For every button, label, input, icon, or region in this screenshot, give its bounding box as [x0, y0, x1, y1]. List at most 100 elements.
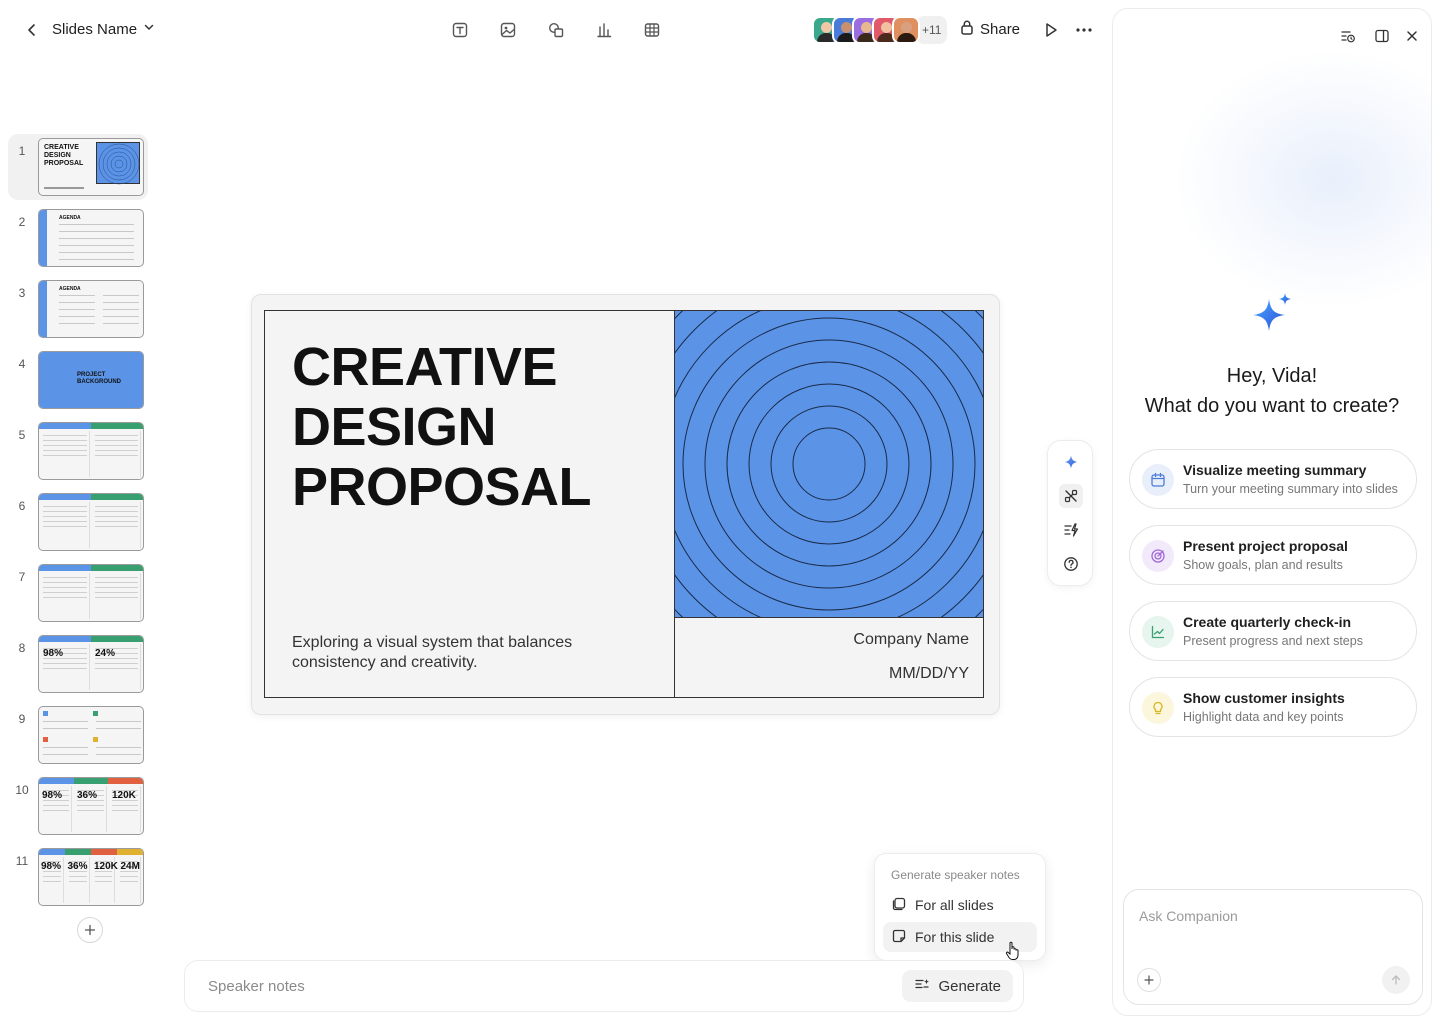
slides-name: Slides Name: [52, 20, 138, 38]
slide-thumbnail[interactable]: AGENDA: [38, 280, 144, 338]
company-name[interactable]: Company Name: [853, 631, 969, 649]
close-icon[interactable]: [1401, 25, 1423, 47]
ring: [675, 311, 983, 618]
slide-thumbnail-row: 11 98% 36% 120K 24M: [8, 844, 148, 915]
slide-thumbnail[interactable]: PROJECT BACKGROUND: [38, 351, 144, 409]
more-options-icon[interactable]: [1074, 20, 1094, 45]
suggestion-subtitle: Present progress and next steps: [1183, 634, 1363, 648]
for-all-slides-option[interactable]: For all slides: [883, 890, 1037, 920]
ring: [726, 361, 932, 567]
chart-icon[interactable]: [592, 18, 616, 42]
target-icon: [1142, 540, 1174, 572]
slide-thumbnail[interactable]: [38, 493, 144, 551]
ask-companion-input[interactable]: Ask Companion: [1139, 908, 1238, 924]
slide-title[interactable]: CREATIVE DESIGN PROPOSAL: [292, 337, 592, 517]
collaborator-avatar[interactable]: [892, 16, 920, 44]
ring: [748, 383, 910, 545]
slide-date[interactable]: MM/DD/YY: [889, 665, 969, 683]
slide-thumbnail[interactable]: [38, 706, 144, 764]
generate-button[interactable]: Generate: [902, 970, 1013, 1002]
suggestion-title: Present project proposal: [1183, 538, 1348, 554]
calendar-icon: [1142, 464, 1174, 496]
slide-side-tools: [1047, 440, 1093, 586]
ring: [675, 311, 983, 617]
back-icon[interactable]: [22, 20, 42, 40]
suggestion-title: Show customer insights: [1183, 690, 1345, 706]
play-icon[interactable]: [1042, 20, 1060, 45]
speaker-notes-bar[interactable]: Speaker notes Generate: [184, 960, 1024, 1012]
slide-thumbnail-row: 8 98% 24%: [8, 631, 148, 702]
for-all-slides-label: For all slides: [915, 897, 994, 913]
table-icon[interactable]: [640, 18, 664, 42]
ring: [675, 311, 983, 617]
slide-left-panel: CREATIVE DESIGN PROPOSAL Exploring a vis…: [265, 311, 675, 697]
history-icon[interactable]: [1337, 25, 1359, 47]
text-box-icon[interactable]: [448, 18, 472, 42]
more-collaborators-badge[interactable]: +11: [916, 16, 948, 44]
slide-thumbnail[interactable]: 98% 36% 120K 24M: [38, 848, 144, 906]
slide-thumbnail[interactable]: [38, 422, 144, 480]
slides-name-dropdown[interactable]: Slides Name: [52, 20, 155, 38]
suggestion-subtitle: Highlight data and key points: [1183, 710, 1344, 724]
thumb-title: CREATIVE DESIGN PROPOSAL: [44, 144, 84, 167]
slide-thumbnail[interactable]: 98% 36% 120K: [38, 777, 144, 835]
slide-thumbnail-row: 9: [8, 702, 148, 773]
slide-number: 2: [18, 215, 26, 229]
trend-chart-icon: [1142, 616, 1174, 648]
slide-title-line: DESIGN: [292, 397, 497, 457]
insert-toolbar: [448, 18, 664, 42]
slide-thumbnail-row: 10 98% 36% 120K: [8, 773, 148, 844]
help-icon[interactable]: [1059, 552, 1083, 576]
slide-number: 11: [15, 854, 29, 868]
animation-icon[interactable]: [1059, 518, 1083, 542]
suggestion-card[interactable]: Show customer insights Highlight data and…: [1129, 677, 1417, 737]
slide-thumbnail[interactable]: 98% 24%: [38, 635, 144, 693]
sidebar-toggle-icon[interactable]: [1371, 25, 1393, 47]
top-bar: Slides Name +11 Share: [0, 0, 1110, 60]
ring: [770, 405, 888, 523]
slide-thumbnail[interactable]: [38, 564, 144, 622]
slide-number: 3: [18, 286, 26, 300]
share-button[interactable]: Share: [960, 19, 1020, 39]
suggestion-card[interactable]: Create quarterly check-in Present progres…: [1129, 601, 1417, 661]
collaborators[interactable]: +11: [812, 16, 948, 44]
ai-sparkle-icon[interactable]: [1059, 450, 1083, 474]
panel-glow: [1173, 49, 1431, 309]
suggestion-title: Create quarterly check-in: [1183, 614, 1352, 630]
ring: [704, 339, 954, 589]
attach-plus-icon[interactable]: [1137, 968, 1161, 992]
slide-thumbnail-row: 1 CREATIVE DESIGN PROPOSAL: [8, 134, 148, 205]
suggestion-title: Visualize meeting summary: [1183, 462, 1367, 478]
slide-number: 7: [18, 570, 26, 584]
slide-number: 5: [18, 428, 26, 442]
slide-thumbnail-list: 1 CREATIVE DESIGN PROPOSAL 2 AGENDA 3 AGENDA 4 PR…: [8, 134, 148, 915]
greeting: Hey, Vida!: [1226, 365, 1318, 387]
for-this-slide-label: For this slide: [915, 929, 995, 945]
slide-thumbnail[interactable]: AGENDA: [38, 209, 144, 267]
greeting-question: What do you want to create?: [1144, 395, 1400, 417]
slide-subtitle[interactable]: Exploring a visual system that balances …: [292, 633, 612, 673]
concentric-circles-graphic[interactable]: [675, 311, 983, 618]
design-tools-icon[interactable]: [1059, 484, 1083, 508]
companion-sparkle-icon: [1249, 291, 1297, 344]
suggestion-card[interactable]: Present project proposal Show goals, plan…: [1129, 525, 1417, 585]
slide-thumbnail-row: 3 AGENDA: [8, 276, 148, 347]
suggestion-subtitle: Show goals, plan and results: [1183, 558, 1343, 572]
slide-thumbnail[interactable]: CREATIVE DESIGN PROPOSAL: [38, 138, 144, 196]
lock-icon: [960, 19, 974, 39]
slide-title-line: CREATIVE: [292, 337, 558, 397]
lightbulb-icon: [1142, 692, 1174, 724]
slide-thumbnail-row: 7: [8, 560, 148, 631]
ask-companion-box[interactable]: Ask Companion: [1123, 889, 1423, 1005]
ring: [675, 311, 983, 618]
slide-content: CREATIVE DESIGN PROPOSAL Exploring a vis…: [264, 310, 984, 698]
add-slide-button[interactable]: [77, 917, 103, 943]
note-icon: [891, 928, 907, 947]
suggestion-card[interactable]: Visualize meeting summary Turn your meeti…: [1129, 449, 1417, 509]
image-icon[interactable]: [496, 18, 520, 42]
slide-canvas[interactable]: CREATIVE DESIGN PROPOSAL Exploring a vis…: [251, 294, 1000, 715]
companion-panel: Hey, Vida! What do you want to create? V…: [1112, 8, 1432, 1016]
send-arrow-icon[interactable]: [1382, 966, 1410, 994]
shapes-icon[interactable]: [544, 18, 568, 42]
slide-thumbnail-row: 6: [8, 489, 148, 560]
